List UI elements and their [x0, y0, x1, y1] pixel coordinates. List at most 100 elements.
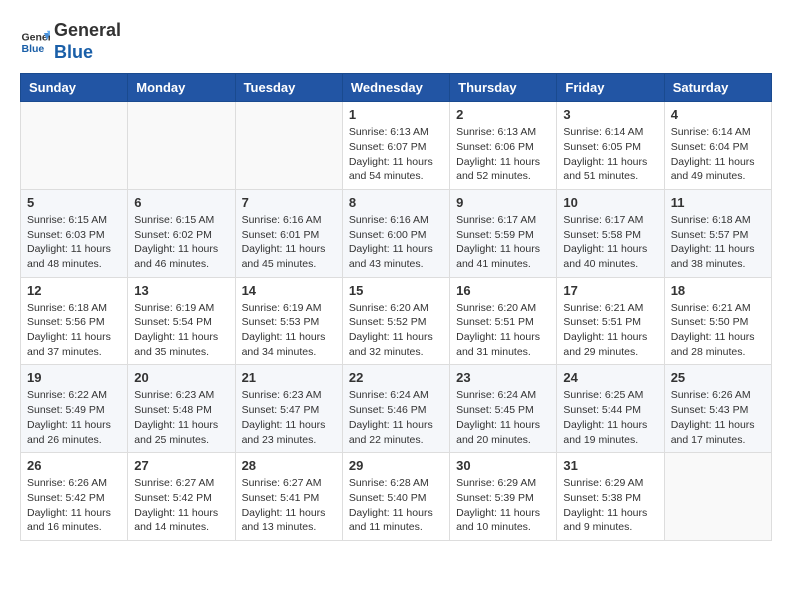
calendar-cell: 17Sunrise: 6:21 AM Sunset: 5:51 PM Dayli…: [557, 277, 664, 365]
day-number: 10: [563, 195, 657, 210]
day-number: 21: [242, 370, 336, 385]
day-info: Sunrise: 6:15 AM Sunset: 6:02 PM Dayligh…: [134, 213, 228, 272]
page-header: General Blue General Blue: [20, 20, 772, 63]
day-number: 25: [671, 370, 765, 385]
day-number: 31: [563, 458, 657, 473]
day-number: 15: [349, 283, 443, 298]
calendar-body: 1 Sunrise: 6:13 AM Sunset: 6:07 PM Daylig…: [21, 102, 772, 541]
calendar-cell: 28 Sunrise: 6:27 AM Sunset: 5:41 PM Dayli…: [235, 453, 342, 541]
day-number: 7: [242, 195, 336, 210]
day-info: Sunrise: 6:19 AM Sunset: 5:53 PM Dayligh…: [242, 301, 336, 360]
day-number: 11: [671, 195, 765, 210]
day-info: Sunrise: 6:18 AM Sunset: 5:57 PM Dayligh…: [671, 213, 765, 272]
calendar-cell: 12 Sunrise: 6:18 AM Sunset: 5:56 PM Dayli…: [21, 277, 128, 365]
weekday-header-friday: Friday: [557, 74, 664, 102]
calendar-cell: 16 Sunrise: 6:20 AM Sunset: 5:51 PM Dayli…: [450, 277, 557, 365]
calendar-cell: 4Sunrise: 6:14 AM Sunset: 6:04 PM Daylig…: [664, 102, 771, 190]
day-number: 14: [242, 283, 336, 298]
calendar-cell: [235, 102, 342, 190]
day-number: 18: [671, 283, 765, 298]
day-number: 24: [563, 370, 657, 385]
calendar-cell: 29 Sunrise: 6:28 AM Sunset: 5:40 PM Dayli…: [342, 453, 449, 541]
calendar-cell: [128, 102, 235, 190]
weekday-header-thursday: Thursday: [450, 74, 557, 102]
day-info: Sunrise: 6:20 AM Sunset: 5:51 PM Dayligh…: [456, 301, 550, 360]
day-info: Sunrise: 6:20 AM Sunset: 5:52 PM Dayligh…: [349, 301, 443, 360]
day-number: 6: [134, 195, 228, 210]
calendar-table: SundayMondayTuesdayWednesdayThursdayFrid…: [20, 73, 772, 541]
calendar-cell: 2 Sunrise: 6:13 AM Sunset: 6:06 PM Daylig…: [450, 102, 557, 190]
day-number: 30: [456, 458, 550, 473]
day-number: 1: [349, 107, 443, 122]
calendar-cell: 6 Sunrise: 6:15 AM Sunset: 6:02 PM Daylig…: [128, 189, 235, 277]
day-number: 20: [134, 370, 228, 385]
day-number: 12: [27, 283, 121, 298]
day-number: 8: [349, 195, 443, 210]
calendar-cell: 1 Sunrise: 6:13 AM Sunset: 6:07 PM Daylig…: [342, 102, 449, 190]
calendar-cell: [21, 102, 128, 190]
day-info: Sunrise: 6:24 AM Sunset: 5:46 PM Dayligh…: [349, 388, 443, 447]
day-number: 3: [563, 107, 657, 122]
day-number: 13: [134, 283, 228, 298]
day-number: 16: [456, 283, 550, 298]
day-info: Sunrise: 6:28 AM Sunset: 5:40 PM Dayligh…: [349, 476, 443, 535]
calendar-cell: 18 Sunrise: 6:21 AM Sunset: 5:50 PM Dayli…: [664, 277, 771, 365]
calendar-cell: 19 Sunrise: 6:22 AM Sunset: 5:49 PM Dayli…: [21, 365, 128, 453]
weekday-header-sunday: Sunday: [21, 74, 128, 102]
calendar-header-row: SundayMondayTuesdayWednesdayThursdayFrid…: [21, 74, 772, 102]
day-number: 2: [456, 107, 550, 122]
calendar-cell: 23Sunrise: 6:24 AM Sunset: 5:45 PM Dayli…: [450, 365, 557, 453]
day-info: Sunrise: 6:21 AM Sunset: 5:51 PM Dayligh…: [563, 301, 657, 360]
day-number: 27: [134, 458, 228, 473]
logo: General Blue General Blue: [20, 20, 121, 63]
weekday-header-tuesday: Tuesday: [235, 74, 342, 102]
day-number: 5: [27, 195, 121, 210]
day-info: Sunrise: 6:15 AM Sunset: 6:03 PM Dayligh…: [27, 213, 121, 272]
day-number: 4: [671, 107, 765, 122]
calendar-cell: 30 Sunrise: 6:29 AM Sunset: 5:39 PM Dayli…: [450, 453, 557, 541]
calendar-cell: 21 Sunrise: 6:23 AM Sunset: 5:47 PM Dayli…: [235, 365, 342, 453]
day-info: Sunrise: 6:13 AM Sunset: 6:06 PM Dayligh…: [456, 125, 550, 184]
day-info: Sunrise: 6:29 AM Sunset: 5:39 PM Dayligh…: [456, 476, 550, 535]
day-number: 28: [242, 458, 336, 473]
calendar-cell: 10 Sunrise: 6:17 AM Sunset: 5:58 PM Dayli…: [557, 189, 664, 277]
weekday-header-saturday: Saturday: [664, 74, 771, 102]
calendar-cell: 22 Sunrise: 6:24 AM Sunset: 5:46 PM Dayli…: [342, 365, 449, 453]
calendar-cell: 5 Sunrise: 6:15 AM Sunset: 6:03 PM Daylig…: [21, 189, 128, 277]
day-info: Sunrise: 6:18 AM Sunset: 5:56 PM Dayligh…: [27, 301, 121, 360]
day-info: Sunrise: 6:13 AM Sunset: 6:07 PM Dayligh…: [349, 125, 443, 184]
calendar-cell: 9Sunrise: 6:17 AM Sunset: 5:59 PM Daylig…: [450, 189, 557, 277]
calendar-cell: 14 Sunrise: 6:19 AM Sunset: 5:53 PM Dayli…: [235, 277, 342, 365]
calendar-cell: 31 Sunrise: 6:29 AM Sunset: 5:38 PM Dayli…: [557, 453, 664, 541]
day-number: 29: [349, 458, 443, 473]
day-info: Sunrise: 6:17 AM Sunset: 5:58 PM Dayligh…: [563, 213, 657, 272]
calendar-cell: 15 Sunrise: 6:20 AM Sunset: 5:52 PM Dayli…: [342, 277, 449, 365]
day-number: 26: [27, 458, 121, 473]
svg-text:Blue: Blue: [22, 42, 45, 54]
day-info: Sunrise: 6:19 AM Sunset: 5:54 PM Dayligh…: [134, 301, 228, 360]
day-number: 22: [349, 370, 443, 385]
calendar-cell: 26Sunrise: 6:26 AM Sunset: 5:42 PM Dayli…: [21, 453, 128, 541]
day-info: Sunrise: 6:23 AM Sunset: 5:48 PM Dayligh…: [134, 388, 228, 447]
day-number: 9: [456, 195, 550, 210]
day-info: Sunrise: 6:22 AM Sunset: 5:49 PM Dayligh…: [27, 388, 121, 447]
calendar-cell: 8Sunrise: 6:16 AM Sunset: 6:00 PM Daylig…: [342, 189, 449, 277]
calendar-cell: 13 Sunrise: 6:19 AM Sunset: 5:54 PM Dayli…: [128, 277, 235, 365]
calendar-cell: 24Sunrise: 6:25 AM Sunset: 5:44 PM Dayli…: [557, 365, 664, 453]
day-info: Sunrise: 6:26 AM Sunset: 5:43 PM Dayligh…: [671, 388, 765, 447]
calendar-cell: 27Sunrise: 6:27 AM Sunset: 5:42 PM Dayli…: [128, 453, 235, 541]
day-info: Sunrise: 6:16 AM Sunset: 6:01 PM Dayligh…: [242, 213, 336, 272]
day-info: Sunrise: 6:27 AM Sunset: 5:41 PM Dayligh…: [242, 476, 336, 535]
calendar-cell: 20 Sunrise: 6:23 AM Sunset: 5:48 PM Dayli…: [128, 365, 235, 453]
day-info: Sunrise: 6:21 AM Sunset: 5:50 PM Dayligh…: [671, 301, 765, 360]
calendar-cell: [664, 453, 771, 541]
day-number: 19: [27, 370, 121, 385]
logo-icon: General Blue: [20, 27, 50, 57]
calendar-week-row: 19 Sunrise: 6:22 AM Sunset: 5:49 PM Dayli…: [21, 365, 772, 453]
weekday-header-wednesday: Wednesday: [342, 74, 449, 102]
day-info: Sunrise: 6:29 AM Sunset: 5:38 PM Dayligh…: [563, 476, 657, 535]
weekday-header-monday: Monday: [128, 74, 235, 102]
day-info: Sunrise: 6:23 AM Sunset: 5:47 PM Dayligh…: [242, 388, 336, 447]
calendar-cell: 7 Sunrise: 6:16 AM Sunset: 6:01 PM Daylig…: [235, 189, 342, 277]
calendar-week-row: 1 Sunrise: 6:13 AM Sunset: 6:07 PM Daylig…: [21, 102, 772, 190]
